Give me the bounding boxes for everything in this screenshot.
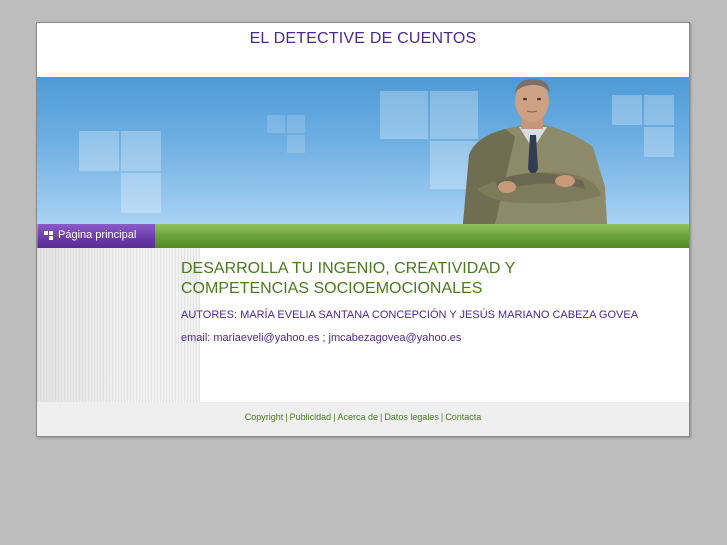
headline-line-1: DESARROLLA TU INGENIO, CREATIVIDAD Y xyxy=(181,260,516,277)
side-panel xyxy=(37,248,200,402)
banner-square xyxy=(267,115,285,133)
footer-link-datos-legales[interactable]: Datos legales xyxy=(384,412,439,422)
grid-icon xyxy=(44,231,53,240)
main-content: DESARROLLA TU INGENIO, CREATIVIDAD Y COM… xyxy=(181,259,651,344)
page-container: EL DETECTIVE DE CUENTOS Página principal… xyxy=(36,22,690,437)
headline-line-2: COMPETENCIAS SOCIOEMOCIONALES xyxy=(181,280,483,297)
email-text: email: mariaeveli@yahoo.es ; jmcabezagov… xyxy=(181,332,462,344)
banner-square xyxy=(121,173,161,213)
banner-square xyxy=(380,91,428,139)
main-navbar: Página principal xyxy=(37,224,689,248)
banner-square xyxy=(121,131,161,171)
site-title: EL DETECTIVE DE CUENTOS xyxy=(249,30,477,47)
header-banner xyxy=(37,77,689,224)
authors-text: AUTORES: MARÍA EVELIA SANTANA CONCEPCIÓN… xyxy=(181,309,639,321)
page-headline: DESARROLLA TU INGENIO, CREATIVIDAD Y COM… xyxy=(181,259,651,299)
banner-square xyxy=(644,127,674,157)
banner-square xyxy=(644,95,674,125)
footer: Copyright | Publicidad | Acerca de | Datos leg… xyxy=(37,402,689,436)
nav-item-home[interactable]: Página principal xyxy=(38,224,155,248)
banner-square xyxy=(287,115,305,133)
footer-link-publicidad[interactable]: Publicidad xyxy=(290,412,332,422)
footer-link-contacta[interactable]: Contacta xyxy=(445,412,481,422)
businessman-photo xyxy=(463,79,607,224)
nav-item-label: Página principal xyxy=(58,229,137,241)
footer-link-copyright[interactable]: Copyright xyxy=(245,412,284,422)
footer-link-acerca-de[interactable]: Acerca de xyxy=(337,412,378,422)
banner-square xyxy=(79,131,119,171)
banner-square xyxy=(612,95,642,125)
banner-square xyxy=(287,135,305,153)
